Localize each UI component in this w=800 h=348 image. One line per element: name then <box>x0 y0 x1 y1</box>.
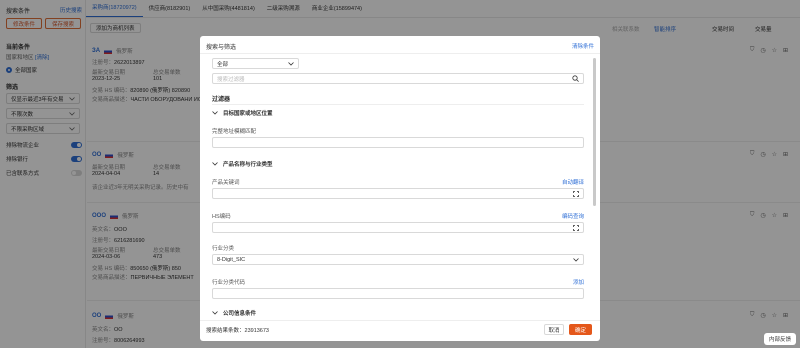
modal-scrollbar[interactable] <box>593 58 596 206</box>
search-icon[interactable] <box>572 75 579 82</box>
industry-label: 行业分类 <box>212 246 235 252</box>
chevron-down-icon <box>573 257 579 262</box>
scope-value: 全部 <box>217 61 229 68</box>
keyword-input[interactable] <box>212 188 584 199</box>
keyword-label: 产品关键词 <box>212 180 240 186</box>
divider <box>200 53 600 54</box>
hs-lookup-link[interactable]: 编码查询 <box>562 212 584 220</box>
filter-search-placeholder: 搜索过滤器 <box>217 76 245 83</box>
industry-code-label: 行业分类代码 <box>212 280 246 286</box>
app: 搜索条件 历史搜索 修改条件 保存搜索 当前条件 国家和地区 [清除] 全部国家… <box>0 0 800 348</box>
cancel-button[interactable]: 取消 <box>544 324 564 335</box>
auto-translate-link[interactable]: 自动翻译 <box>562 178 584 186</box>
industry-code-input[interactable] <box>212 288 584 299</box>
company-section-title: 公司信息条件 <box>223 311 257 317</box>
modal-title: 搜索与筛选 <box>206 45 237 51</box>
product-section-title: 产品名称与行业类型 <box>223 162 273 168</box>
scope-select[interactable]: 全部 <box>212 58 299 69</box>
result-count-value: 23913673 <box>244 328 269 334</box>
clear-conditions-link[interactable]: 清除条件 <box>572 42 594 50</box>
result-count-label: 搜索结果条数： <box>206 328 245 334</box>
divider <box>200 320 600 321</box>
chevron-down-icon <box>212 111 218 115</box>
address-input[interactable] <box>212 137 584 148</box>
chevron-down-icon <box>212 162 218 166</box>
expand-icon[interactable] <box>573 224 579 231</box>
hs-code-input[interactable] <box>212 222 584 233</box>
region-section-title: 目标国家或地区位置 <box>223 111 273 117</box>
hs-code-label: HS编码 <box>212 214 231 220</box>
divider <box>212 104 584 105</box>
chevron-down-icon <box>212 311 218 315</box>
internal-feedback-button[interactable]: 内部反馈 <box>764 333 796 345</box>
add-industry-code-link[interactable]: 添加 <box>573 278 584 286</box>
chevron-down-icon <box>288 61 294 66</box>
product-section-header[interactable]: 产品名称与行业类型 <box>212 160 273 168</box>
filters-heading: 过滤器 <box>212 97 231 103</box>
search-filter-modal: 搜索与筛选 清除条件 全部 搜索过滤器 过滤器 目标国家或地区位置 完整地址模糊… <box>200 36 600 341</box>
company-section-header[interactable]: 公司信息条件 <box>212 309 256 317</box>
confirm-button[interactable]: 确定 <box>569 324 592 335</box>
expand-icon[interactable] <box>573 190 579 197</box>
industry-select[interactable]: 8-Digit_SIC <box>212 254 584 265</box>
address-label: 完整地址模糊匹配 <box>212 129 257 135</box>
industry-value: 8-Digit_SIC <box>217 256 246 263</box>
region-section-header[interactable]: 目标国家或地区位置 <box>212 109 273 117</box>
filter-search-input[interactable]: 搜索过滤器 <box>212 73 584 84</box>
result-count: 搜索结果条数：23913673 <box>206 326 269 334</box>
